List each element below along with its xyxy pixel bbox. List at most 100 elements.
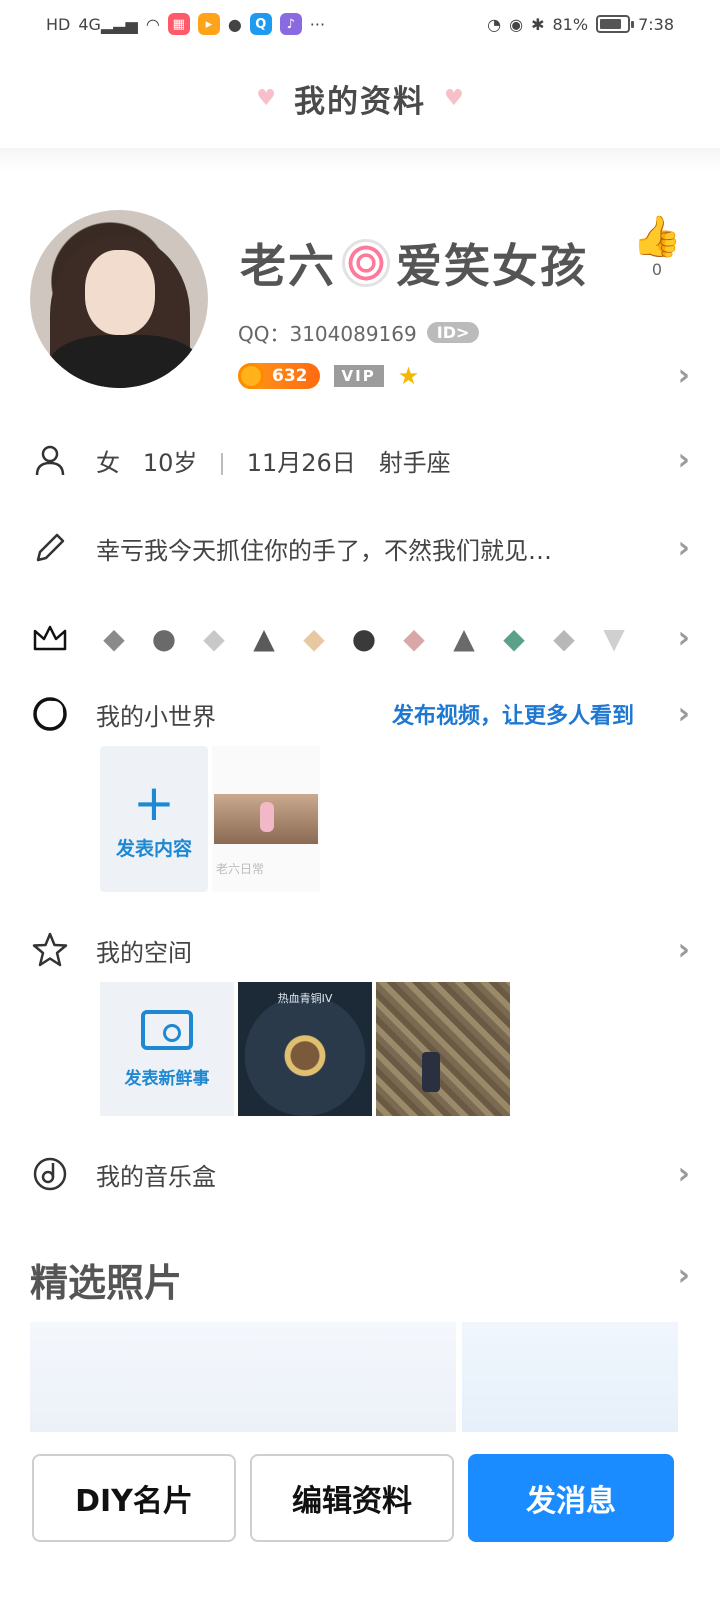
wechat-icon: ●	[227, 14, 242, 34]
person-icon	[30, 440, 70, 480]
medal-1-icon: ◆	[103, 621, 125, 655]
avatar-shirt	[50, 335, 200, 388]
like-count: 0	[651, 260, 663, 279]
header-divider	[0, 148, 720, 172]
medal-10-icon: ◆	[553, 621, 575, 655]
status-left: HD 4G▂▃▅ ◠ ▦ ▸ ● Q ♪ ···	[46, 13, 325, 35]
eye-icon: ◉	[509, 14, 524, 34]
space-photo-1-caption: 热血青铜IV	[277, 992, 333, 1005]
video-scene	[214, 794, 318, 844]
video-caption: 老六日常	[216, 862, 265, 876]
basic-info: 女 10岁 11月26日 射手座	[96, 443, 451, 478]
vip-badge[interactable]: VIP	[333, 365, 384, 387]
badges: 632 VIP ★	[238, 362, 419, 390]
age: 10岁	[142, 448, 198, 477]
my-space-chevron-icon: ›	[677, 932, 690, 968]
music-box-chevron-icon: ›	[677, 1156, 690, 1192]
status-bar: HD 4G▂▃▅ ◠ ▦ ▸ ● Q ♪ ··· ◔ ◉ ✱ 81% 7:38	[0, 0, 720, 48]
nickname: 老六 爱笑女孩	[240, 230, 588, 296]
bluetooth-icon: ✱	[531, 14, 545, 34]
info-separator	[221, 452, 224, 475]
small-world-chevron-icon[interactable]: ›	[678, 697, 690, 732]
diy-card-button[interactable]: DIY名片	[32, 1454, 236, 1542]
medal-list: ◆ ● ◆ ▲ ◆ ● ◆ ▲ ◆ ◆ ▼	[96, 621, 632, 655]
small-world-title: 我的小世界	[96, 702, 216, 731]
space-photo-1[interactable]: 热血青铜IV	[238, 982, 372, 1116]
featured-photo-1[interactable]	[30, 1322, 456, 1432]
medal-2-icon: ●	[151, 621, 177, 655]
featured-photo-2[interactable]	[462, 1322, 678, 1432]
publish-video-link[interactable]: 发布视频，让更多人看到	[392, 698, 634, 730]
space-photo-2-figure	[422, 1052, 440, 1092]
medal-3-icon: ◆	[203, 621, 225, 655]
featured-photos-title[interactable]: 精选照片	[30, 1252, 182, 1307]
thumbs-up-icon: 👍	[632, 214, 682, 260]
crown-icon	[30, 618, 70, 658]
status-right: ◔ ◉ ✱ 81% 7:38	[487, 15, 674, 34]
music-note-icon	[30, 1154, 70, 1194]
signature-row[interactable]: 幸亏我今天抓住你的手了，不然我们就见… ›	[30, 518, 690, 578]
coin-icon	[238, 363, 264, 389]
profile-chevron-icon[interactable]: ›	[678, 358, 690, 393]
qq-label: QQ：	[238, 322, 290, 346]
battery-fill	[600, 19, 622, 29]
avatar[interactable]	[30, 210, 208, 388]
qq-number: 3104089169	[289, 322, 417, 346]
my-space-row[interactable]: 我的空间 ›	[30, 920, 690, 980]
featured-photos-strip	[30, 1322, 678, 1432]
medal-5-icon: ◆	[303, 621, 325, 655]
camera-icon	[141, 1009, 193, 1050]
id-badge[interactable]: ID>	[426, 322, 480, 343]
publish-content-label: 发表内容	[115, 837, 192, 860]
signature-text: 幸亏我今天抓住你的手了，不然我们就见…	[96, 536, 552, 565]
qq-number-line: QQ：3104089169 ID>	[238, 318, 480, 347]
send-message-button[interactable]: 发消息	[468, 1454, 674, 1542]
star-icon[interactable]: ★	[398, 362, 420, 390]
app-icon-2: ▸	[197, 13, 220, 35]
birthday: 11月26日	[246, 448, 356, 477]
coin-badge[interactable]: 632	[238, 363, 320, 389]
zodiac: 射手座	[378, 448, 451, 477]
bottom-action-bar: DIY名片 编辑资料 发消息	[0, 1432, 720, 1600]
gender: 女	[96, 448, 120, 477]
page-title: 我的资料	[294, 83, 426, 120]
more-dots-icon: ···	[309, 14, 326, 34]
space-photo-2[interactable]	[376, 982, 510, 1116]
profile-card[interactable]: 老六 爱笑女孩 QQ：3104089169 ID> 632 VIP ★ 👍 0 …	[30, 210, 690, 393]
music-icon: ♪	[279, 13, 302, 35]
clock: 7:38	[638, 14, 674, 34]
edit-profile-button[interactable]: 编辑资料	[250, 1454, 454, 1542]
music-box-title: 我的音乐盒	[96, 1162, 216, 1191]
medal-8-icon: ▲	[453, 621, 475, 655]
medals-row[interactable]: ◆ ● ◆ ▲ ◆ ● ◆ ▲ ◆ ◆ ▼ ›	[30, 608, 690, 668]
featured-photos-chevron-icon[interactable]: ›	[678, 1258, 690, 1293]
plus-icon: +	[133, 773, 175, 832]
world-icon	[30, 694, 70, 734]
battery-percent: 81%	[552, 14, 589, 34]
4g-signal-icon: 4G▂▃▅	[78, 14, 138, 34]
basic-info-row[interactable]: 女 10岁 11月26日 射手座 ›	[30, 430, 690, 490]
hd-icon: HD	[46, 14, 71, 34]
video-thumbnail[interactable]: 老六日常	[212, 746, 320, 892]
small-world-cards: + 发表内容 老六日常	[100, 746, 320, 892]
app-icon-1: ▦	[167, 13, 190, 35]
music-box-row[interactable]: 我的音乐盒 ›	[30, 1144, 690, 1204]
publish-content-button[interactable]: + 发表内容	[100, 746, 208, 892]
qq-browser-icon: Q	[249, 13, 272, 35]
post-news-button[interactable]: 发表新鲜事	[100, 982, 234, 1116]
my-space-title: 我的空间	[96, 938, 192, 967]
medal-9-icon: ◆	[503, 621, 525, 655]
small-world-row[interactable]: 我的小世界 发布视频，让更多人看到 ›	[30, 684, 690, 744]
medal-4-icon: ▲	[253, 621, 275, 655]
medals-chevron-icon: ›	[677, 620, 690, 656]
avatar-face	[85, 250, 155, 335]
info-chevron-icon: ›	[677, 442, 690, 478]
medal-11-icon: ▼	[603, 621, 625, 655]
data-saver-icon: ◔	[487, 14, 502, 34]
star-outline-icon	[30, 930, 70, 970]
medal-7-icon: ◆	[403, 621, 425, 655]
header: ♥ 我的资料 ♥	[0, 48, 720, 148]
battery-icon	[596, 15, 635, 33]
nickname-part1: 老六	[240, 239, 336, 293]
like-button[interactable]: 👍 0	[632, 214, 682, 279]
